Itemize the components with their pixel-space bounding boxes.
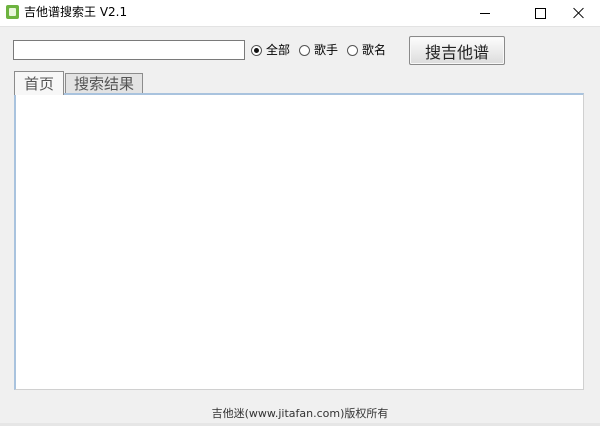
search-tabs-button[interactable]: 搜吉他谱 bbox=[409, 36, 505, 65]
minimize-button[interactable] bbox=[462, 0, 508, 26]
search-input[interactable] bbox=[13, 40, 245, 60]
radio-all-label[interactable]: 全部 bbox=[266, 42, 290, 58]
content-panel[interactable] bbox=[14, 93, 584, 390]
window-title: 吉他谱搜索王 V2.1 bbox=[24, 5, 128, 19]
radio-singer[interactable]: 歌手 bbox=[299, 42, 338, 58]
close-button[interactable] bbox=[558, 0, 600, 26]
radio-song[interactable]: 歌名 bbox=[347, 42, 386, 58]
radio-all[interactable]: 全部 bbox=[251, 42, 290, 58]
footer-copyright: 吉他迷(www.jitafan.com)版权所有 bbox=[211, 407, 389, 420]
maximize-icon bbox=[534, 7, 546, 19]
radio-button-unchecked-icon[interactable] bbox=[347, 44, 358, 56]
radio-singer-label[interactable]: 歌手 bbox=[314, 42, 338, 58]
title-bar[interactable]: 吉他谱搜索王 V2.1 bbox=[0, 0, 600, 27]
app-guitar-icon bbox=[6, 5, 19, 19]
minimize-icon bbox=[480, 12, 490, 14]
app-window: 吉他谱搜索王 V2.1 全部 歌手 歌名 搜吉他谱 首页 搜索结果 吉他迷(ww… bbox=[0, 0, 600, 426]
close-icon bbox=[573, 7, 585, 19]
radio-button-checked-icon[interactable] bbox=[251, 44, 262, 56]
radio-button-unchecked-icon[interactable] bbox=[299, 44, 310, 56]
radio-song-label[interactable]: 歌名 bbox=[362, 42, 386, 58]
maximize-button[interactable] bbox=[517, 0, 563, 26]
tab-search-results[interactable]: 搜索结果 bbox=[65, 73, 143, 93]
tab-home[interactable]: 首页 bbox=[14, 71, 64, 95]
